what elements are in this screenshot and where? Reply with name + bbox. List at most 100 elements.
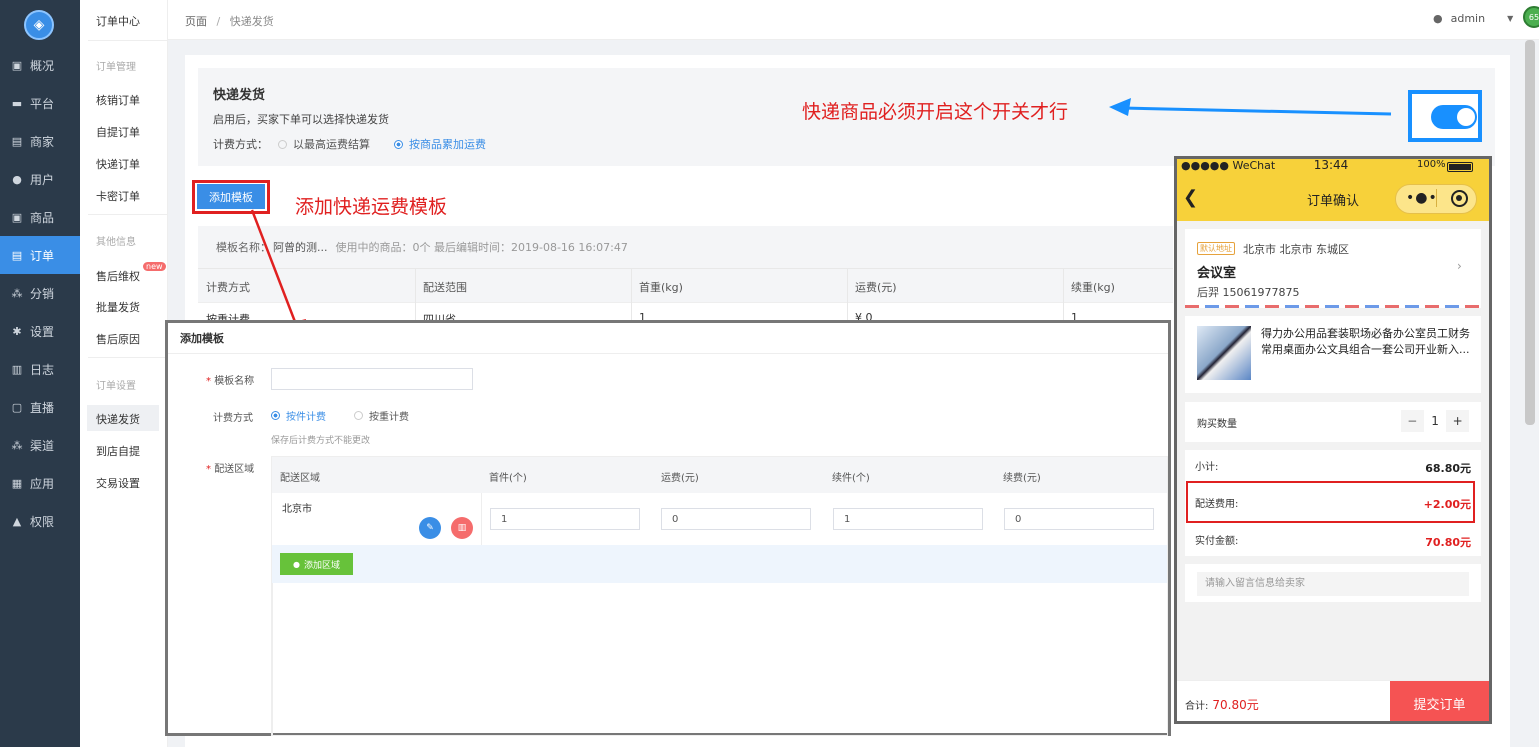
subnav-item[interactable]: 快递发货: [96, 411, 140, 427]
subnav-item[interactable]: 自提订单: [96, 124, 140, 140]
fee-by-weight-label: 按重计费: [369, 412, 409, 423]
radio-icon: [354, 411, 363, 420]
miniapp-capsule[interactable]: •●•: [1395, 184, 1477, 214]
add-area-button[interactable]: ● 添加区域: [280, 553, 353, 575]
nav-item-live[interactable]: ▢ 直播: [0, 388, 80, 426]
nav-item-user[interactable]: ● 用户: [0, 160, 80, 198]
delete-icon[interactable]: ▥: [451, 517, 473, 539]
nav-item-share[interactable]: ⁂ 分销: [0, 274, 80, 312]
nav-item-monitor[interactable]: ▬ 平台: [0, 84, 80, 122]
subnav-section-settings: 订单设置: [96, 381, 136, 392]
nav-item-goods[interactable]: ▣ 商品: [0, 198, 80, 236]
gear-icon: ✱: [12, 324, 22, 338]
template-col-divider: [847, 268, 848, 322]
express-desc: 启用后，买家下单可以选择快递发货: [213, 113, 389, 126]
nav-item-dashboard[interactable]: ▣ 概况: [0, 46, 80, 84]
nav-item-label: 用户: [30, 172, 55, 187]
subnav-item[interactable]: 卡密订单: [96, 188, 140, 204]
breadcrumb-current: 快递发货: [229, 15, 274, 28]
toggle-knob: [1457, 108, 1475, 126]
minus-button[interactable]: −: [1401, 410, 1424, 432]
area-col-header: 续件(个): [832, 473, 870, 484]
scrollbar[interactable]: [1525, 40, 1535, 425]
user-icon: ●: [1433, 12, 1443, 25]
subnav-item[interactable]: 核销订单: [96, 92, 140, 108]
submit-order-button[interactable]: 提交订单: [1390, 681, 1489, 721]
back-arrow-icon[interactable]: ❮: [1183, 187, 1198, 208]
express-title: 快递发货: [213, 88, 266, 103]
plus-button[interactable]: +: [1446, 410, 1469, 432]
template-name-input[interactable]: [271, 368, 473, 390]
nav-item-label: 应用: [30, 476, 55, 491]
message-card: 请输入留言信息给卖家: [1185, 564, 1481, 602]
fee-by-piece-option[interactable]: 按件计费: [271, 408, 326, 423]
edit-icon[interactable]: ✎: [419, 517, 441, 539]
template-col-divider: [631, 268, 632, 322]
area-value-input[interactable]: 1: [833, 508, 983, 530]
table-left-border: [272, 583, 273, 735]
message-input[interactable]: 请输入留言信息给卖家: [1197, 572, 1469, 596]
app-logo[interactable]: ◈: [24, 10, 54, 40]
nav-item-gear[interactable]: ✱ 设置: [0, 312, 80, 350]
annotation-arrow-left: [1109, 98, 1392, 116]
region-name: 北京市: [282, 504, 312, 515]
nav-item-lock[interactable]: ▲ 权限: [0, 502, 80, 540]
dashboard-icon: ▣: [11, 58, 23, 72]
area-table: 配送区域 首件(个) 运费(元) 续件(个) 续费(元) 北京市 ✎ ▥ 1 0 1 0 ● 添加区域: [271, 456, 1168, 736]
nav-item-order[interactable]: ▤ 订单: [0, 236, 80, 274]
breadcrumb-page[interactable]: 页面: [185, 15, 207, 28]
subnav-item[interactable]: 快递订单: [96, 156, 140, 172]
quantity-label: 购买数量: [1197, 419, 1237, 430]
subnav-item[interactable]: 售后原因: [96, 331, 140, 347]
area-value-input[interactable]: 0: [1004, 508, 1154, 530]
nav-item-label: 日志: [30, 362, 55, 377]
subnav-item[interactable]: 批量发货: [96, 299, 140, 315]
nav-item-log[interactable]: ▥ 日志: [0, 350, 80, 388]
subnav-item[interactable]: 售后维权: [96, 268, 140, 284]
footer-total-value: 70.80元: [1212, 698, 1259, 712]
subnav-item[interactable]: 到店自提: [96, 443, 140, 459]
nav-item-label: 概况: [30, 58, 55, 73]
area-col-header: 运费(元): [661, 473, 699, 484]
address-region: 北京市 北京市 东城区: [1243, 243, 1349, 256]
template-col-divider: [1063, 268, 1064, 322]
quantity-value[interactable]: 1: [1423, 410, 1447, 432]
more-dots-icon[interactable]: •●•: [1406, 190, 1438, 206]
subnav-divider: [88, 214, 168, 215]
fee-by-weight-option[interactable]: 按重计费: [354, 408, 409, 423]
fee-mode-hint: 保存后计费方式不能更改: [271, 436, 371, 446]
area-value-input[interactable]: 0: [661, 508, 811, 530]
nav-item-label: 直播: [30, 400, 55, 415]
template-table-header: [198, 268, 1173, 302]
sub-sidebar: 订单中心 订单管理 核销订单 自提订单 快递订单 卡密订单 其他信息 售后维权 批量发货 售后原因…: [80, 0, 168, 747]
product-card[interactable]: 得力办公用品套装职场必备办公室员工财务常用桌面办公文具组合一套公司开业新入...: [1185, 316, 1481, 393]
area-value-input[interactable]: 1: [490, 508, 640, 530]
monitor-icon: ▬: [11, 96, 23, 110]
share-icon: ⁂: [11, 286, 23, 300]
template-cell: 四川省: [423, 313, 456, 320]
fee-option-max[interactable]: 以最高运费结算: [278, 136, 370, 152]
subnav-section-other: 其他信息: [96, 237, 136, 248]
address-envelope-border: [1185, 305, 1481, 308]
subnav-section-orders: 订单管理: [96, 62, 136, 73]
quantity-stepper[interactable]: − 1 +: [1401, 410, 1469, 432]
chevron-right-icon: ›: [1457, 259, 1462, 273]
nav-item-channel[interactable]: ⁂ 渠道: [0, 426, 80, 464]
template-cell: ¥ 0: [855, 311, 873, 320]
nav-item-apps[interactable]: ▦ 应用: [0, 464, 80, 502]
channel-icon: ⁂: [11, 438, 23, 452]
add-area-row: [272, 545, 1167, 583]
fee-mode-label: 计费方式：: [213, 138, 268, 151]
nav-item-label: 平台: [30, 96, 55, 111]
username: admin: [1450, 12, 1486, 25]
dialog-divider: [168, 353, 1168, 354]
user-menu[interactable]: ● admin ▼: [1433, 12, 1513, 25]
subnav-item[interactable]: 交易设置: [96, 475, 140, 491]
address-card[interactable]: 默认地址 北京市 北京市 东城区 会议室 后羿 15061977875 ›: [1185, 229, 1481, 305]
close-miniapp-icon[interactable]: [1451, 190, 1468, 207]
radio-checked-icon: [271, 411, 280, 420]
fee-option-sum[interactable]: 按商品累加运费: [394, 136, 486, 152]
nav-item-shop[interactable]: ▤ 商家: [0, 122, 80, 160]
template-col-header: 续重(kg): [1071, 281, 1115, 294]
plus-circle-icon: ●: [293, 559, 300, 569]
